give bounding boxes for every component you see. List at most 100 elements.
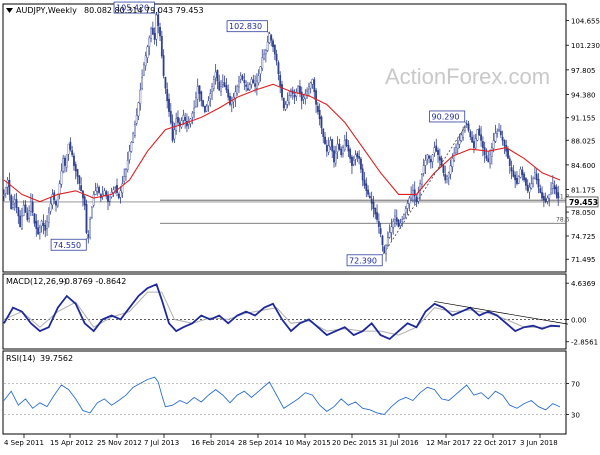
candle-body <box>73 155 75 166</box>
candle-body <box>286 100 289 105</box>
candle-body <box>31 201 34 213</box>
candle-body <box>17 207 20 217</box>
level-label: 78.6 <box>556 217 570 224</box>
candle-body <box>476 129 479 141</box>
candle-body <box>320 116 323 129</box>
candle-body <box>299 86 301 94</box>
candle-body <box>510 167 513 172</box>
candle-body <box>134 124 136 136</box>
candle-body <box>184 117 187 121</box>
candle-body <box>334 152 337 164</box>
candle-body <box>367 189 369 195</box>
candle-body <box>512 170 515 177</box>
candle-body <box>338 143 341 150</box>
candle-body <box>553 185 556 190</box>
candle-body <box>128 151 131 161</box>
candle-body <box>516 178 518 184</box>
symbol-label: AUDJPY,Weekly <box>16 6 77 15</box>
candle-body <box>229 95 231 105</box>
candle-body <box>410 194 413 199</box>
candle-body <box>123 176 126 182</box>
ohlc-values: 80.082 80.314 79.043 79.453 <box>84 6 204 15</box>
candle-body <box>150 28 152 39</box>
candle-body <box>471 136 474 143</box>
candle-body <box>325 145 328 152</box>
y-tick-label: 78.050 <box>571 209 596 217</box>
candle-body <box>388 232 391 238</box>
candle-body <box>485 155 488 159</box>
rsi-y-tick-label: 70 <box>571 380 580 388</box>
candle-body <box>532 178 534 184</box>
candle-body <box>360 158 362 170</box>
candle-body <box>539 188 542 193</box>
candle-body <box>164 76 167 89</box>
candle-body <box>135 115 138 124</box>
candle-body <box>431 154 434 162</box>
candle-body <box>46 221 48 229</box>
candle-body <box>455 147 457 154</box>
candle-body <box>87 234 90 238</box>
candle-body <box>408 197 411 205</box>
candle-body <box>40 220 43 227</box>
macd-y-tick-label: -2.8561 <box>571 339 598 347</box>
candle-body <box>191 113 194 118</box>
candle-body <box>21 215 23 230</box>
candle-body <box>315 90 317 105</box>
x-tick-label: 22 Oct 2017 <box>473 439 516 447</box>
candle-body <box>257 75 260 84</box>
candle-body <box>207 100 210 106</box>
candle-body <box>386 237 389 246</box>
candle-body <box>175 118 178 131</box>
candle-body <box>47 212 50 223</box>
candle-body <box>38 227 41 233</box>
candle-body <box>419 183 422 194</box>
candle-body <box>451 158 454 167</box>
candle-body <box>241 75 244 80</box>
candle-body <box>202 100 204 107</box>
candle-body <box>78 175 81 184</box>
candle-body <box>490 147 493 157</box>
candle-body <box>126 160 129 170</box>
candle-body <box>67 143 70 155</box>
candle-body <box>356 153 359 157</box>
candle-body <box>108 196 111 202</box>
candle-body <box>89 219 91 238</box>
candle-body <box>333 150 335 163</box>
candle-body <box>438 156 441 161</box>
candle-body <box>311 79 314 85</box>
candle-body <box>250 79 253 85</box>
candle-body <box>80 185 83 192</box>
candle-body <box>209 93 212 100</box>
candle-body <box>247 88 249 91</box>
candle-body <box>345 139 348 147</box>
candle-body <box>372 201 375 210</box>
candle-body <box>114 187 117 189</box>
candle-body <box>279 75 282 87</box>
candle-body <box>473 141 475 148</box>
candle-body <box>420 174 423 186</box>
candle-body <box>218 81 221 91</box>
candle-body <box>447 172 450 178</box>
candle-body <box>13 199 16 204</box>
annotation-label: 74.550 <box>53 241 81 250</box>
price-header: AUDJPY,Weekly 80.082 80.314 79.043 79.45… <box>6 6 204 15</box>
candle-body <box>94 190 97 195</box>
candle-body <box>277 62 280 75</box>
candle-body <box>214 71 217 79</box>
candle-body <box>308 86 310 90</box>
candle-body <box>340 148 343 156</box>
candle-body <box>117 193 120 199</box>
candle-body <box>33 213 36 224</box>
candle-body <box>496 131 499 134</box>
candle-body <box>358 156 361 159</box>
candle-body <box>162 55 165 76</box>
candle-body <box>435 145 438 152</box>
chart-svg: ActionForex.com 78.661.8105.420102.83090… <box>0 0 600 450</box>
y-tick-label: 91.155 <box>571 115 596 123</box>
annotation-label: 72.390 <box>349 256 377 265</box>
candle-body <box>139 89 142 104</box>
candle-body <box>442 165 445 174</box>
candle-body <box>537 178 540 188</box>
candle-body <box>195 97 197 108</box>
candle-body <box>65 154 68 168</box>
